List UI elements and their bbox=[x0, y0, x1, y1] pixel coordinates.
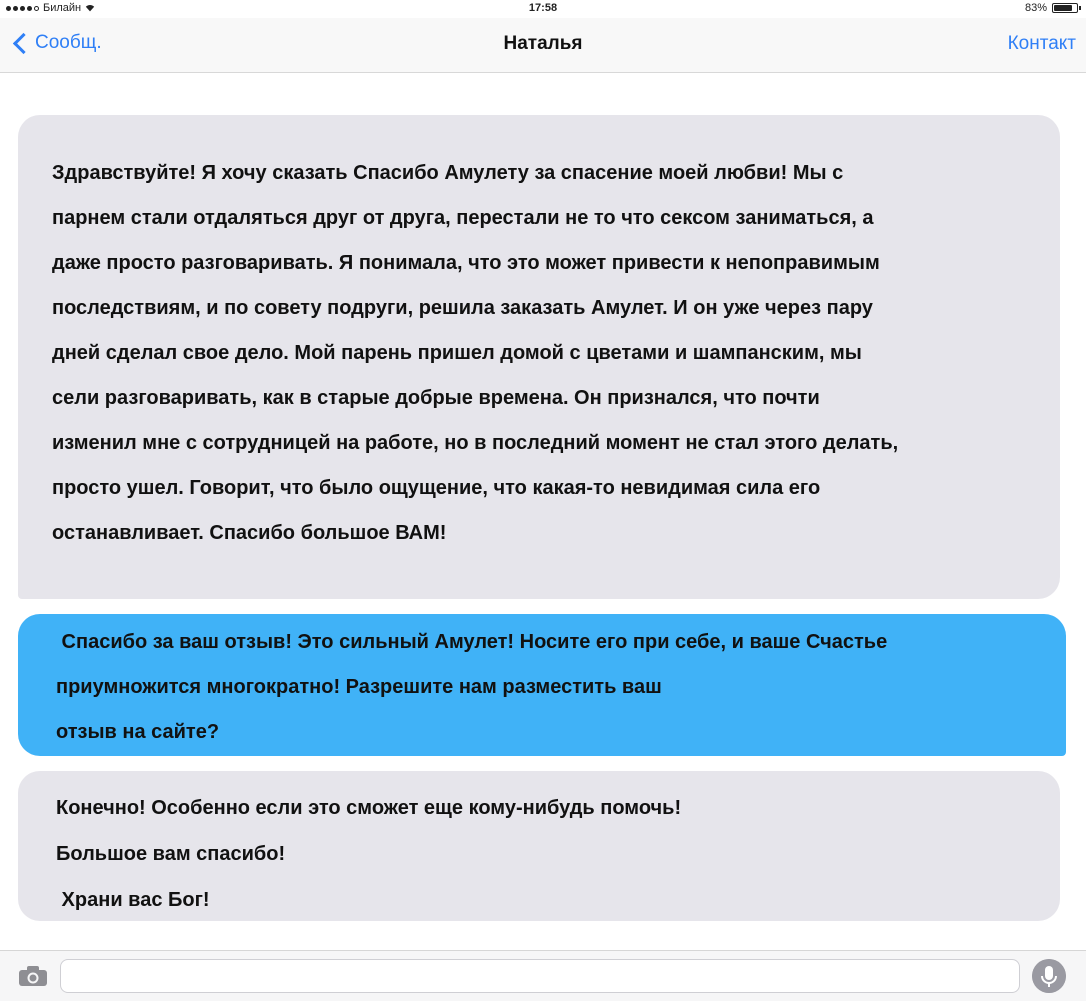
message-line: приумножится многократно! Разрешите нам … bbox=[56, 676, 662, 698]
conversation-title: Наталья bbox=[503, 33, 583, 54]
camera-icon[interactable] bbox=[18, 965, 48, 987]
battery-percent: 83% bbox=[1024, 2, 1047, 14]
message-line: отзыв на сайте? bbox=[56, 721, 220, 743]
status-right: 83% bbox=[1024, 2, 1081, 14]
message-line: изменил мне с сотрудницей на работе, но … bbox=[52, 432, 899, 454]
message-bubble-incoming[interactable]: Здравствуйте! Я хочу сказать Спасибо Аму… bbox=[18, 115, 1060, 599]
message-line: последствиям, и по совету подруги, решил… bbox=[52, 297, 873, 319]
message-line: сели разговаривать, как в старые добрые … bbox=[52, 387, 820, 409]
battery-icon bbox=[1052, 3, 1081, 13]
message-line: Спасибо за ваш отзыв! Это сильный Амулет… bbox=[56, 631, 888, 653]
message-text-field[interactable] bbox=[60, 959, 1020, 993]
message-line: парнем стали отдаляться друг от друга, п… bbox=[52, 207, 874, 229]
nav-bar: Сообщ. Наталья Контакт bbox=[0, 18, 1086, 73]
messages-screen: Билайн 17:58 83% Сообщ. Наталья Контакт … bbox=[0, 0, 1086, 1001]
message-line: даже просто разговаривать. Я понимала, ч… bbox=[52, 252, 880, 274]
battery-fill bbox=[1054, 5, 1072, 11]
message-line: останавливает. Спасибо большое ВАМ! bbox=[52, 522, 447, 544]
message-input-bar bbox=[0, 950, 1086, 1001]
message-line: Конечно! Особенно если это сможет еще ко… bbox=[56, 797, 682, 819]
contact-button[interactable]: Контакт bbox=[1008, 33, 1076, 55]
status-time: 17:58 bbox=[528, 2, 558, 14]
message-bubble-outgoing[interactable]: Спасибо за ваш отзыв! Это сильный Амулет… bbox=[18, 614, 1066, 756]
message-line: дней сделал свое дело. Мой парень пришел… bbox=[52, 342, 862, 364]
microphone-icon[interactable] bbox=[1032, 959, 1066, 993]
message-bubble-incoming[interactable]: Конечно! Особенно если это сможет еще ко… bbox=[18, 771, 1060, 921]
message-line: просто ушел. Говорит, что было ощущение,… bbox=[52, 477, 821, 499]
message-line: Здравствуйте! Я хочу сказать Спасибо Аму… bbox=[52, 162, 844, 184]
message-line: Большое вам спасибо! bbox=[56, 843, 286, 865]
status-bar: Билайн 17:58 83% bbox=[0, 0, 1086, 18]
message-line: Храни вас Бог! bbox=[56, 889, 210, 911]
